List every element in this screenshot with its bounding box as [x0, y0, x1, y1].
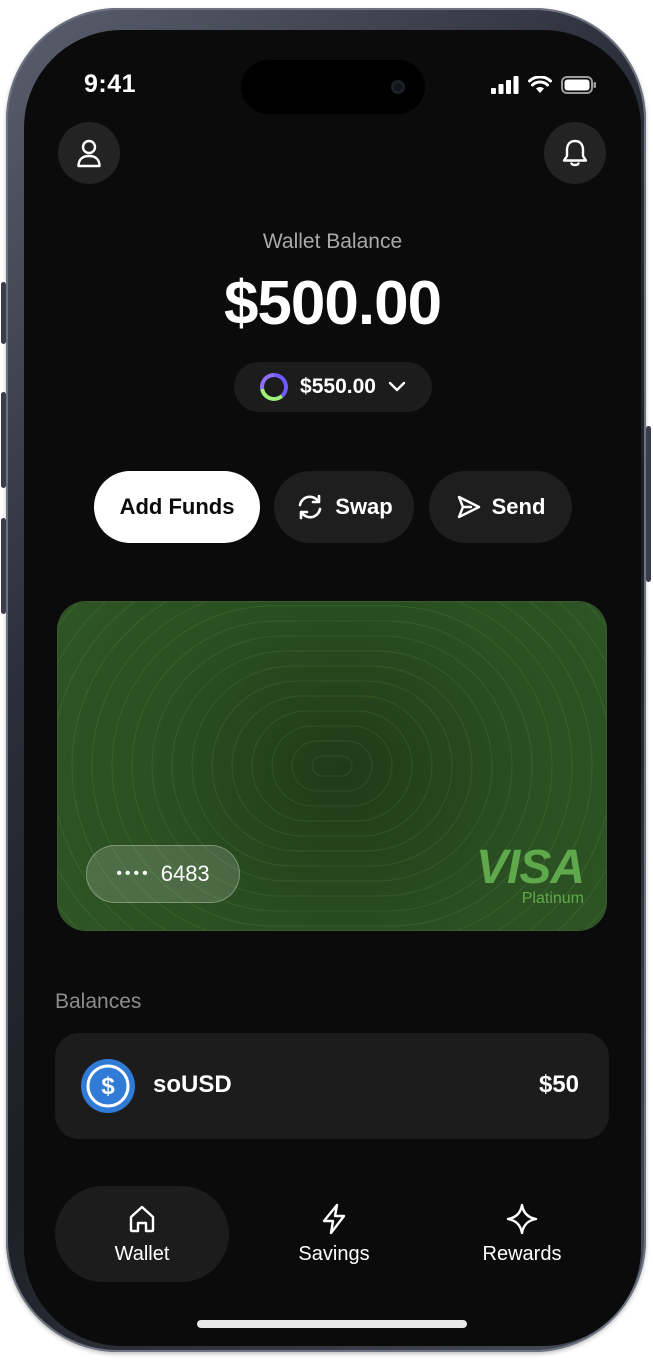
- side-button-silent: [1, 282, 6, 344]
- secondary-balance-dropdown[interactable]: $550.00: [234, 362, 432, 412]
- screen: 9:41 Wallet Balance $500.00 $550.00 Add …: [24, 30, 641, 1346]
- battery-icon: [561, 76, 596, 94]
- nav-item-rewards[interactable]: Rewards: [444, 1186, 600, 1282]
- wallet-balance-label: Wallet Balance: [262, 230, 403, 253]
- status-time: 9:41: [84, 70, 137, 98]
- nav-item-savings[interactable]: Savings: [254, 1186, 414, 1282]
- visa-logo: VISA: [475, 841, 585, 894]
- send-button[interactable]: Send: [429, 471, 572, 543]
- signal-icon: [491, 76, 519, 94]
- add-funds-label: Add Funds: [119, 494, 235, 519]
- swap-button[interactable]: Swap: [274, 471, 414, 543]
- svg-text:$: $: [101, 1073, 115, 1100]
- nav-label-wallet: Wallet: [114, 1242, 170, 1265]
- side-button-power: [646, 426, 651, 582]
- balance-row-sousd[interactable]: $ soUSD $50: [55, 1033, 609, 1139]
- home-indicator[interactable]: [197, 1320, 467, 1328]
- card-tier: Platinum: [521, 890, 584, 907]
- lightning-icon: [322, 1203, 346, 1234]
- coin-name: soUSD: [153, 1071, 232, 1098]
- add-funds-button[interactable]: Add Funds: [94, 471, 260, 543]
- nav-label-savings: Savings: [298, 1242, 370, 1265]
- card-last-four: 6483: [160, 861, 210, 886]
- nav-item-wallet[interactable]: Wallet: [55, 1186, 229, 1282]
- side-button-volume-up: [1, 392, 6, 488]
- sparkle-icon: [506, 1203, 538, 1234]
- chevron-down-icon: [388, 381, 406, 392]
- home-icon: [129, 1205, 155, 1232]
- dynamic-island: [241, 60, 425, 114]
- profile-button[interactable]: [58, 122, 120, 184]
- card-number-pill: •••• 6483: [86, 845, 240, 903]
- wifi-icon: [528, 76, 552, 93]
- usd-coin-icon: $: [81, 1059, 135, 1113]
- phone-frame: 9:41 Wallet Balance $500.00 $550.00 Add …: [1, 8, 651, 1352]
- camera-dot: [391, 80, 405, 94]
- masked-dots: ••••: [116, 865, 151, 882]
- refresh-icon: [298, 494, 322, 520]
- nav-label-rewards: Rewards: [482, 1242, 562, 1265]
- coin-amount: $50: [538, 1071, 579, 1098]
- status-icons: [491, 76, 597, 94]
- payment-card[interactable]: •••• 6483 VISA Platinum: [58, 602, 606, 930]
- side-button-volume-down: [1, 518, 6, 614]
- send-label: Send: [491, 494, 546, 519]
- bell-icon: [562, 139, 588, 167]
- wallet-balance-value: $500.00: [223, 269, 442, 338]
- secondary-balance-value: $550.00: [300, 375, 376, 398]
- balances-heading: Balances: [55, 990, 142, 1013]
- user-icon: [77, 139, 101, 168]
- notifications-button[interactable]: [544, 122, 606, 184]
- send-icon: [457, 495, 480, 519]
- swap-label: Swap: [335, 494, 393, 519]
- portfolio-ring-icon: [260, 373, 289, 401]
